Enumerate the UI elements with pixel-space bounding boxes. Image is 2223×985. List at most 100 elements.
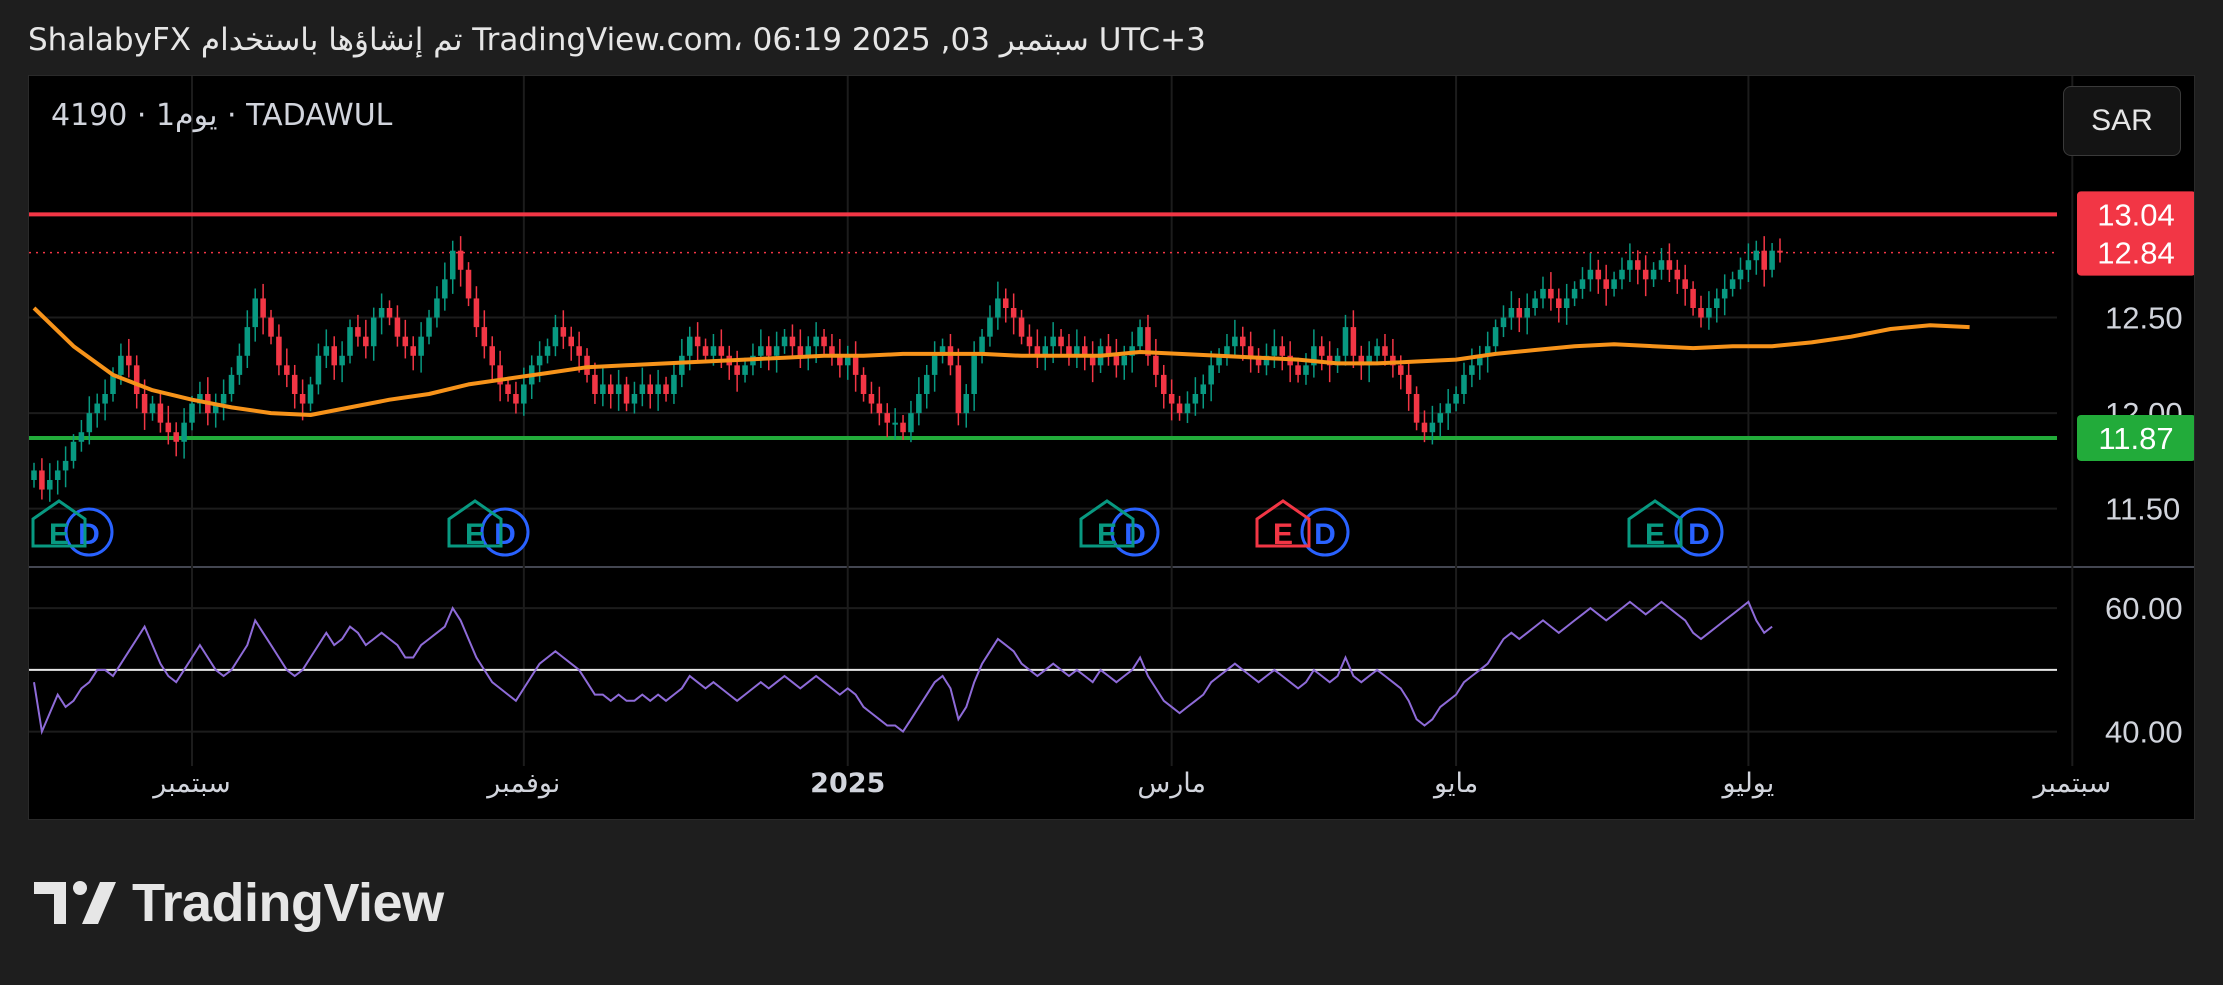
- candle-body-176: [1421, 422, 1428, 433]
- candle-175: [1413, 386, 1420, 431]
- event-marker-7-glyph: E: [1273, 518, 1293, 551]
- grid: [29, 76, 2194, 766]
- candle-body-47: [402, 336, 409, 347]
- currency-label: SAR: [2091, 104, 2153, 137]
- candle-198: [1595, 259, 1602, 294]
- event-marker-1-glyph: E: [49, 518, 69, 551]
- candle-body-157: [1271, 346, 1278, 356]
- candle-body-186: [1500, 317, 1507, 328]
- candle-body-9: [102, 394, 108, 404]
- candle-body-87: [718, 346, 725, 356]
- candle-body-199: [1603, 279, 1609, 289]
- candle-body-69: [576, 346, 582, 356]
- candle-body-49: [418, 336, 424, 356]
- candle-24: [220, 379, 227, 421]
- candle-body-93: [765, 346, 772, 356]
- candle-body-66: [552, 327, 559, 347]
- date-label-2: 2025: [810, 768, 885, 799]
- candle-149: [1208, 350, 1214, 402]
- candle-72: [600, 367, 606, 407]
- candle-170: [1374, 338, 1380, 364]
- candle-28: [252, 288, 258, 342]
- candle-74: [615, 369, 622, 411]
- date-label-5: يوليو: [1720, 768, 1774, 799]
- candle-body-46: [394, 317, 401, 337]
- candle-221: [1777, 238, 1783, 263]
- candle-body-67: [560, 327, 567, 337]
- chart-canvas[interactable]: 12.5012.0011.5060.0040.00سبتمبر نوفمبر 202…: [29, 76, 2195, 820]
- candle-body-30: [268, 317, 274, 337]
- candle-16: [157, 391, 164, 433]
- candle-163: [1319, 336, 1325, 371]
- candle-body-26: [236, 355, 243, 375]
- candle-body-13: [133, 365, 140, 394]
- candle-body-201: [1619, 269, 1625, 280]
- candle-196: [1579, 267, 1586, 299]
- candle-8: [94, 393, 100, 428]
- candle-body-216: [1737, 269, 1744, 280]
- candle-body-42: [363, 336, 369, 347]
- candle-body-54: [457, 250, 464, 270]
- candle-body-117: [955, 365, 962, 414]
- candle-61: [513, 381, 519, 414]
- candle-199: [1603, 264, 1609, 306]
- candle-112: [916, 377, 922, 426]
- candle-body-99: [813, 336, 819, 347]
- candle-189: [1524, 293, 1530, 335]
- candle-body-106: [868, 394, 875, 404]
- candle-body-123: [1002, 298, 1009, 308]
- candle-52: [442, 262, 448, 311]
- candle-body-24: [220, 394, 227, 404]
- candle-body-110: [900, 422, 906, 433]
- candle-136: [1105, 333, 1112, 366]
- candle-body-40: [347, 327, 353, 356]
- candle-108: [884, 403, 891, 438]
- candle-body-196: [1579, 279, 1586, 289]
- candle-3: [54, 460, 61, 495]
- candle-207: [1666, 243, 1673, 283]
- candle-body-138: [1121, 355, 1128, 366]
- candle-body-104: [852, 355, 859, 375]
- candle-body-171: [1382, 346, 1388, 356]
- candle-body-38: [331, 346, 337, 366]
- candle-body-74: [615, 384, 622, 394]
- candle-body-204: [1642, 269, 1649, 280]
- candle-body-36: [315, 355, 322, 385]
- candle-body-52: [442, 279, 448, 299]
- candle-body-32: [284, 365, 290, 375]
- candle-body-188: [1516, 308, 1523, 318]
- currency-button[interactable]: SAR: [2063, 86, 2181, 156]
- candle-body-147: [1192, 394, 1199, 404]
- candle-23: [212, 393, 219, 428]
- candle-195: [1571, 281, 1578, 307]
- candle-body-33: [291, 374, 298, 394]
- candle-body-37: [323, 346, 330, 356]
- tradingview-logo[interactable]: TradingView: [32, 872, 444, 934]
- candle-68: [568, 326, 574, 361]
- chart-area[interactable]: 12.50 12.00 11.50 60.00 40.00 سبتمبر نوفمبر 202…: [28, 75, 2195, 820]
- candle-body-180: [1453, 394, 1459, 404]
- candle-1: [39, 458, 45, 500]
- event-marker-8-glyph: D: [1688, 518, 1710, 551]
- candle-body-92: [758, 346, 764, 356]
- candle-103: [844, 345, 851, 380]
- candle-211: [1698, 295, 1704, 328]
- candle-4: [62, 446, 69, 488]
- candle-152: [1232, 319, 1238, 359]
- candle-body-185: [1492, 327, 1499, 347]
- candle-body-39: [339, 355, 345, 366]
- candle-33: [291, 364, 298, 409]
- candle-body-108: [884, 413, 891, 423]
- candle-114: [931, 341, 938, 392]
- candle-body-198: [1595, 269, 1602, 280]
- candle-body-17: [165, 422, 172, 433]
- candle-32: [284, 348, 290, 388]
- candle-body-167: [1350, 327, 1357, 356]
- candle-body-4: [62, 460, 69, 471]
- candle-body-146: [1184, 403, 1191, 414]
- candle-12: [126, 338, 132, 378]
- candle-body-14: [141, 394, 148, 414]
- candle-202: [1627, 243, 1633, 283]
- candle-43: [370, 307, 377, 361]
- candle-138: [1121, 345, 1128, 380]
